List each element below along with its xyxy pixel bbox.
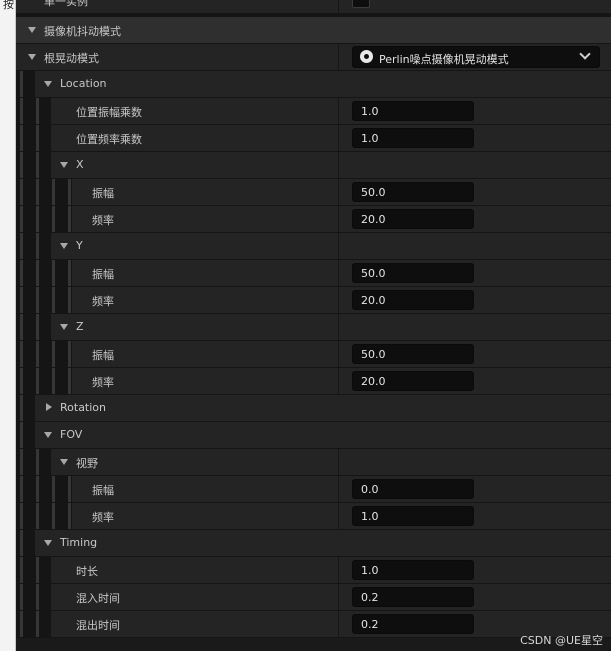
location-amplitude-multiplier-label: 位置振幅乘数 — [76, 106, 142, 119]
blend-out-time-label: 混出时间 — [76, 619, 120, 632]
y-amplitude-input[interactable]: 50.0 — [352, 263, 474, 283]
single-instance-label: 单一实例 — [44, 0, 88, 8]
x-frequency-input[interactable]: 20.0 — [352, 209, 474, 229]
row-rotation[interactable]: Rotation — [16, 395, 611, 421]
timing-label: Timing — [60, 536, 98, 549]
root-shake-pattern-label: 根晃动模式 — [44, 52, 99, 65]
x-frequency-label: 频率 — [92, 214, 114, 227]
duration-input[interactable]: 1.0 — [352, 560, 474, 580]
y-frequency-input[interactable]: 20.0 — [352, 290, 474, 310]
row-fov-frequency: 频率 1.0 — [16, 503, 611, 529]
row-y-frequency: 频率 20.0 — [16, 287, 611, 313]
row-single-instance: 单一实例 — [16, 0, 611, 13]
watermark: CSDN @UE星空 — [520, 634, 603, 647]
fov-view-label: 视野 — [76, 457, 98, 470]
x-label: X — [76, 158, 84, 171]
expand-arrow-icon[interactable] — [28, 54, 36, 60]
row-fov-view[interactable]: 视野 — [16, 449, 611, 475]
blend-out-time-input[interactable]: 0.2 — [352, 614, 474, 634]
fov-frequency-input[interactable]: 1.0 — [352, 506, 474, 526]
fov-label: FOV — [60, 428, 83, 441]
location-label: Location — [60, 77, 107, 90]
details-panel: 单一实例 摄像机抖动模式 根晃动模式 Perlin噪点摄像机晃动模式 Locat… — [16, 0, 611, 651]
expand-arrow-icon[interactable] — [44, 432, 52, 438]
row-timing[interactable]: Timing — [16, 530, 611, 556]
row-fov[interactable]: FOV — [16, 422, 611, 448]
expand-arrow-icon[interactable] — [60, 459, 68, 465]
location-frequency-multiplier-input[interactable]: 1.0 — [352, 128, 474, 148]
expand-arrow-icon[interactable] — [44, 81, 52, 87]
dropdown-value: Perlin噪点摄像机晃动模式 — [379, 53, 509, 66]
gutter-text: 按 — [3, 0, 14, 11]
row-location-frequency-multiplier: 位置频率乘数 1.0 — [16, 125, 611, 151]
fov-amplitude-input[interactable]: 0.0 — [352, 479, 474, 499]
x-amplitude-input[interactable]: 50.0 — [352, 182, 474, 202]
x-amplitude-label: 振幅 — [92, 187, 114, 200]
duration-label: 时长 — [76, 565, 98, 578]
row-location-amplitude-multiplier: 位置振幅乘数 1.0 — [16, 98, 611, 124]
z-frequency-label: 频率 — [92, 376, 114, 389]
row-x-amplitude: 振幅 50.0 — [16, 179, 611, 205]
z-frequency-input[interactable]: 20.0 — [352, 371, 474, 391]
expand-arrow-icon[interactable] — [28, 27, 36, 33]
expand-arrow-icon[interactable] — [60, 243, 68, 249]
y-label: Y — [76, 239, 83, 252]
row-z-frequency: 频率 20.0 — [16, 368, 611, 394]
expand-arrow-icon[interactable] — [60, 324, 68, 330]
fov-frequency-label: 频率 — [92, 511, 114, 524]
row-y-amplitude: 振幅 50.0 — [16, 260, 611, 286]
row-duration: 时长 1.0 — [16, 557, 611, 583]
z-amplitude-input[interactable]: 50.0 — [352, 344, 474, 364]
expand-arrow-icon[interactable] — [44, 540, 52, 546]
row-location[interactable]: Location — [16, 71, 611, 97]
expand-arrow-icon[interactable] — [60, 162, 68, 168]
root-shake-pattern-dropdown[interactable]: Perlin噪点摄像机晃动模式 — [352, 46, 600, 68]
location-amplitude-multiplier-input[interactable]: 1.0 — [352, 101, 474, 121]
z-amplitude-label: 振幅 — [92, 349, 114, 362]
fov-amplitude-label: 振幅 — [92, 484, 114, 497]
z-label: Z — [76, 320, 84, 333]
rotation-label: Rotation — [60, 401, 107, 414]
row-y[interactable]: Y — [16, 233, 611, 259]
row-blend-in-time: 混入时间 0.2 — [16, 584, 611, 610]
unreal-logo-icon — [360, 50, 373, 63]
row-x[interactable]: X — [16, 152, 611, 178]
blend-in-time-input[interactable]: 0.2 — [352, 587, 474, 607]
single-instance-checkbox[interactable] — [352, 0, 370, 8]
row-camera-shake-pattern[interactable]: 摄像机抖动模式 — [16, 17, 611, 43]
collapse-arrow-icon[interactable] — [46, 403, 52, 411]
blend-in-time-label: 混入时间 — [76, 592, 120, 605]
left-window-gutter: 按 — [0, 0, 16, 651]
row-root-shake-pattern: 根晃动模式 Perlin噪点摄像机晃动模式 — [16, 44, 611, 70]
camera-shake-pattern-label: 摄像机抖动模式 — [44, 25, 121, 38]
location-frequency-multiplier-label: 位置频率乘数 — [76, 133, 142, 146]
chevron-down-icon — [579, 48, 591, 60]
row-fov-amplitude: 振幅 0.0 — [16, 476, 611, 502]
y-frequency-label: 频率 — [92, 295, 114, 308]
row-x-frequency: 频率 20.0 — [16, 206, 611, 232]
row-z[interactable]: Z — [16, 314, 611, 340]
y-amplitude-label: 振幅 — [92, 268, 114, 281]
row-z-amplitude: 振幅 50.0 — [16, 341, 611, 367]
